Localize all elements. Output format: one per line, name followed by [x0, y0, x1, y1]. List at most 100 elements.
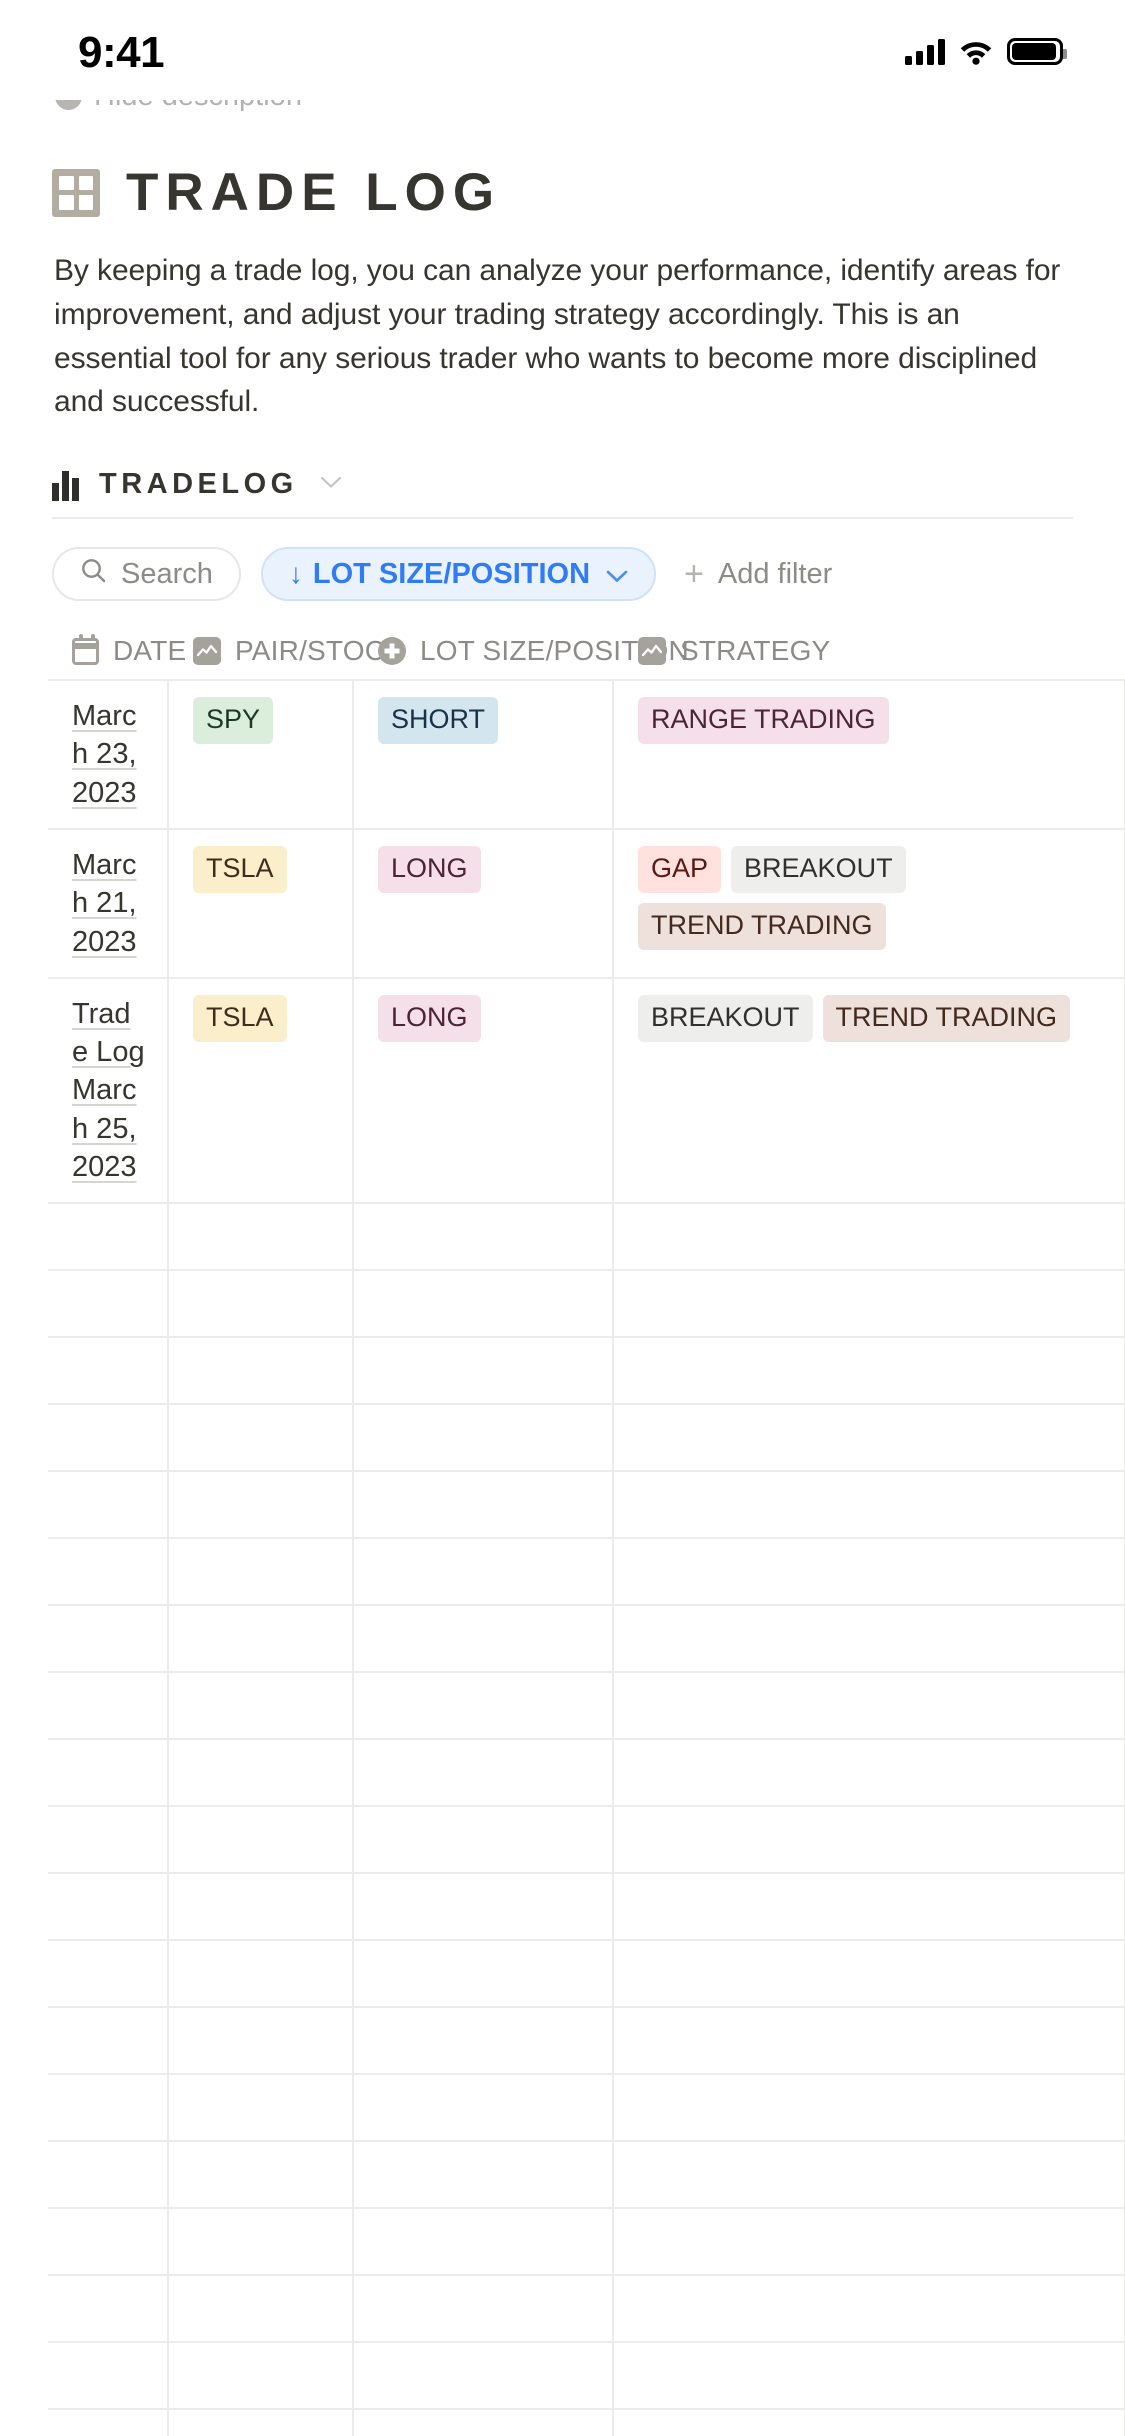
- cell-empty[interactable]: [354, 1941, 614, 2007]
- cell-strategy[interactable]: RANGE TRADING: [614, 681, 1125, 828]
- table-row-empty[interactable]: [48, 1204, 1125, 1272]
- cell-empty[interactable]: [354, 1271, 614, 1337]
- tag[interactable]: BREAKOUT: [731, 845, 906, 893]
- cell-empty[interactable]: [614, 1539, 1125, 1605]
- table-row[interactable]: March 23, 2023 SPY SHORT RANGE TRADING: [48, 681, 1125, 830]
- cell-empty[interactable]: [48, 1472, 169, 1538]
- cell-strategy[interactable]: BREAKOUT TREND TRADING: [614, 978, 1125, 1203]
- cell-empty[interactable]: [354, 1472, 614, 1538]
- cell-empty[interactable]: [169, 1271, 354, 1337]
- cell-empty[interactable]: [354, 1338, 614, 1404]
- hide-description-button[interactable]: Hide description: [55, 100, 302, 113]
- cell-empty[interactable]: [614, 2343, 1125, 2409]
- cell-date[interactable]: Trade Log March 25, 2023: [48, 978, 169, 1203]
- cell-empty[interactable]: [169, 1740, 354, 1806]
- tag[interactable]: SPY: [193, 697, 274, 745]
- table-row-empty[interactable]: [48, 1740, 1125, 1808]
- tag[interactable]: RANGE TRADING: [638, 697, 889, 745]
- cell-empty[interactable]: [169, 1941, 354, 2007]
- table-row-empty[interactable]: [48, 1807, 1125, 1875]
- table-row-empty[interactable]: [48, 1539, 1125, 1607]
- table-row[interactable]: Trade Log March 25, 2023 TSLA LONG BREAKOUT…: [48, 978, 1125, 1205]
- tag[interactable]: LONG: [378, 845, 481, 893]
- cell-empty[interactable]: [48, 2008, 169, 2074]
- cell-empty[interactable]: [614, 1204, 1125, 1270]
- cell-empty[interactable]: [48, 2410, 169, 2436]
- cell-empty[interactable]: [354, 1807, 614, 1873]
- cell-pair-stock[interactable]: SPY: [169, 681, 354, 828]
- cell-empty[interactable]: [48, 1539, 169, 1605]
- view-tab-tradelog[interactable]: TRADELOG: [52, 468, 342, 517]
- cell-empty[interactable]: [614, 1405, 1125, 1471]
- cell-empty[interactable]: [169, 2008, 354, 2074]
- cell-empty[interactable]: [48, 1673, 169, 1739]
- cell-empty[interactable]: [169, 1673, 354, 1739]
- cell-empty[interactable]: [48, 1740, 169, 1806]
- cell-empty[interactable]: [354, 1539, 614, 1605]
- cell-empty[interactable]: [614, 2142, 1125, 2208]
- table-row-empty[interactable]: [48, 1673, 1125, 1741]
- table-row-empty[interactable]: [48, 1606, 1125, 1674]
- tag[interactable]: TREND TRADING: [638, 902, 886, 950]
- cell-empty[interactable]: [169, 1204, 354, 1270]
- table-row-empty[interactable]: [48, 2142, 1125, 2210]
- cell-empty[interactable]: [169, 1874, 354, 1940]
- cell-empty[interactable]: [614, 1740, 1125, 1806]
- cell-empty[interactable]: [169, 1539, 354, 1605]
- column-header-lot-size-position[interactable]: LOT SIZE/POSITION: [354, 635, 689, 667]
- tag[interactable]: TREND TRADING: [822, 994, 1071, 1042]
- cell-empty[interactable]: [614, 1606, 1125, 1672]
- column-header-date[interactable]: DATE: [48, 633, 186, 667]
- table-row-empty[interactable]: [48, 1405, 1125, 1473]
- sort-chip-lot-size-position[interactable]: ↓ LOT SIZE/POSITION: [260, 547, 657, 602]
- column-header-pair-stock[interactable]: PAIR/STOCK: [169, 635, 404, 667]
- table-row-empty[interactable]: [48, 2276, 1125, 2344]
- table-row-empty[interactable]: [48, 1472, 1125, 1540]
- cell-empty[interactable]: [614, 2209, 1125, 2275]
- table-row-empty[interactable]: [48, 2008, 1125, 2076]
- tag[interactable]: TSLA: [193, 994, 287, 1042]
- cell-empty[interactable]: [48, 1807, 169, 1873]
- cell-empty[interactable]: [48, 1338, 169, 1404]
- table-row-empty[interactable]: [48, 2410, 1125, 2436]
- cell-empty[interactable]: [354, 2410, 614, 2436]
- table-row-empty[interactable]: [48, 2209, 1125, 2277]
- cell-empty[interactable]: [169, 2343, 354, 2409]
- cell-empty[interactable]: [614, 2008, 1125, 2074]
- cell-empty[interactable]: [354, 2209, 614, 2275]
- cell-empty[interactable]: [354, 1405, 614, 1471]
- cell-empty[interactable]: [614, 1874, 1125, 1940]
- cell-empty[interactable]: [169, 1807, 354, 1873]
- cell-lot-size-position[interactable]: LONG: [354, 978, 614, 1203]
- cell-empty[interactable]: [48, 2142, 169, 2208]
- table-row[interactable]: March 21, 2023 TSLA LONG GAP BREAKOUT TREND T…: [48, 829, 1125, 979]
- tag[interactable]: SHORT: [378, 697, 499, 745]
- cell-empty[interactable]: [48, 1204, 169, 1270]
- cell-lot-size-position[interactable]: SHORT: [354, 681, 614, 828]
- cell-empty[interactable]: [614, 1472, 1125, 1538]
- cell-empty[interactable]: [169, 2209, 354, 2275]
- cell-empty[interactable]: [614, 1673, 1125, 1739]
- cell-empty[interactable]: [169, 2075, 354, 2141]
- cell-empty[interactable]: [354, 1606, 614, 1672]
- cell-empty[interactable]: [169, 2276, 354, 2342]
- cell-empty[interactable]: [614, 1338, 1125, 1404]
- cell-empty[interactable]: [354, 2142, 614, 2208]
- cell-empty[interactable]: [169, 1338, 354, 1404]
- cell-empty[interactable]: [354, 1874, 614, 1940]
- cell-empty[interactable]: [48, 2343, 169, 2409]
- cell-empty[interactable]: [354, 2276, 614, 2342]
- cell-empty[interactable]: [48, 1271, 169, 1337]
- chevron-down-icon[interactable]: [320, 476, 342, 494]
- tag[interactable]: BREAKOUT: [638, 994, 813, 1042]
- tag[interactable]: GAP: [638, 845, 722, 893]
- table-row-empty[interactable]: [48, 1271, 1125, 1339]
- cell-empty[interactable]: [614, 2075, 1125, 2141]
- cell-empty[interactable]: [169, 1606, 354, 1672]
- cell-empty[interactable]: [354, 2343, 614, 2409]
- cell-pair-stock[interactable]: TSLA: [169, 829, 354, 977]
- cell-empty[interactable]: [48, 1941, 169, 2007]
- cell-empty[interactable]: [354, 1673, 614, 1739]
- cell-empty[interactable]: [614, 1807, 1125, 1873]
- cell-empty[interactable]: [354, 1740, 614, 1806]
